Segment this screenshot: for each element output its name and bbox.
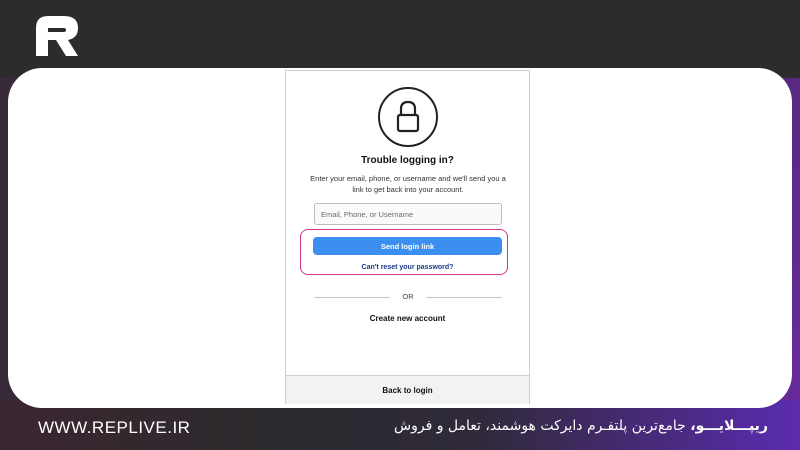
create-new-account-link[interactable]: Create new account	[286, 314, 529, 323]
or-divider-label: OR	[402, 292, 414, 301]
cant-reset-password-link[interactable]: Can't reset your password?	[286, 264, 529, 271]
tagline-brand: ریپـــلایـــو،	[690, 418, 768, 434]
tagline-text: جامع‌ترین پلتفـرم دایرکت هوشمند، تعامل و…	[394, 418, 691, 434]
replive-logo-icon	[34, 14, 80, 58]
tagline: ریپـــلایـــو، جامع‌ترین پلتفـرم دایرکت …	[394, 418, 768, 434]
login-help-screen: Trouble logging in? Enter your email, ph…	[285, 70, 530, 404]
back-to-login-bar[interactable]: Back to login	[286, 375, 529, 404]
divider-line	[426, 297, 502, 298]
page-title: Trouble logging in?	[361, 155, 454, 166]
instruction-text: Enter your email, phone, or username and…	[310, 174, 506, 194]
back-to-login-link[interactable]: Back to login	[286, 386, 529, 395]
lock-icon	[378, 87, 438, 147]
send-login-link-button[interactable]: Send login link	[313, 237, 502, 255]
account-identifier-input[interactable]	[314, 203, 502, 225]
website-url: WWW.REPLIVE.IR	[38, 418, 191, 437]
header-band	[0, 0, 800, 78]
divider-line	[314, 297, 390, 298]
